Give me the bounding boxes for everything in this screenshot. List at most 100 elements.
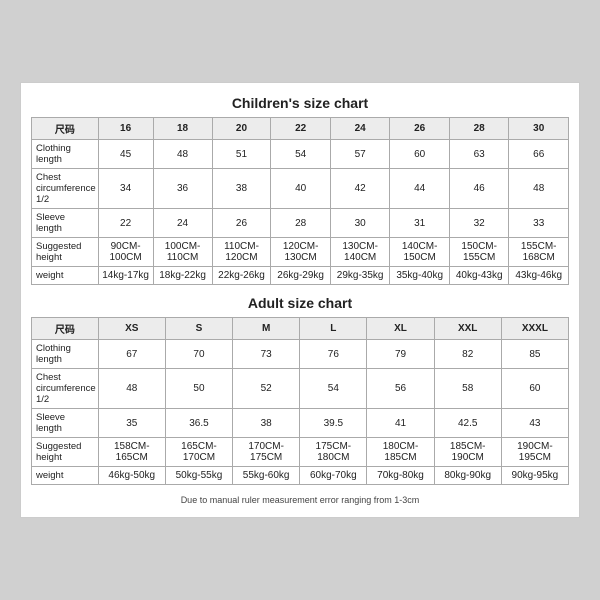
- children-col-header: 16: [98, 118, 153, 140]
- chart-container: Children's size chart 尺码1618202224262830…: [20, 82, 580, 518]
- row-label: Chest circumference 1/2: [32, 369, 99, 409]
- cell-value: 48: [509, 169, 569, 209]
- cell-value: 55kg-60kg: [233, 467, 300, 485]
- cell-value: 170CM-175CM: [233, 438, 300, 467]
- cell-value: 36.5: [165, 409, 232, 438]
- cell-value: 175CM-180CM: [300, 438, 367, 467]
- adult-col-header: S: [165, 318, 232, 340]
- adult-col-header: XL: [367, 318, 434, 340]
- cell-value: 155CM-168CM: [509, 238, 569, 267]
- cell-value: 140CM-150CM: [390, 238, 450, 267]
- table-row: weight14kg-17kg18kg-22kg22kg-26kg26kg-29…: [32, 267, 569, 285]
- cell-value: 190CM-195CM: [501, 438, 568, 467]
- children-col-header: 24: [330, 118, 390, 140]
- cell-value: 38: [233, 409, 300, 438]
- cell-value: 14kg-17kg: [98, 267, 153, 285]
- cell-value: 80kg-90kg: [434, 467, 501, 485]
- children-col-header: 28: [449, 118, 509, 140]
- adult-chart-title: Adult size chart: [31, 295, 569, 311]
- cell-value: 36: [153, 169, 212, 209]
- adult-col-header: 尺码: [32, 318, 99, 340]
- cell-value: 60kg-70kg: [300, 467, 367, 485]
- cell-value: 48: [98, 369, 165, 409]
- table-row: weight46kg-50kg50kg-55kg55kg-60kg60kg-70…: [32, 467, 569, 485]
- cell-value: 50: [165, 369, 232, 409]
- cell-value: 82: [434, 340, 501, 369]
- table-row: Sleeve length2224262830313233: [32, 209, 569, 238]
- table-row: Suggested height158CM-165CM165CM-170CM17…: [32, 438, 569, 467]
- cell-value: 35: [98, 409, 165, 438]
- table-row: Clothing length67707376798285: [32, 340, 569, 369]
- table-row: Suggested height90CM-100CM100CM-110CM110…: [32, 238, 569, 267]
- cell-value: 70kg-80kg: [367, 467, 434, 485]
- cell-value: 43kg-46kg: [509, 267, 569, 285]
- cell-value: 31: [390, 209, 450, 238]
- cell-value: 90kg-95kg: [501, 467, 568, 485]
- cell-value: 39.5: [300, 409, 367, 438]
- cell-value: 51: [212, 140, 271, 169]
- cell-value: 44: [390, 169, 450, 209]
- children-col-header: 20: [212, 118, 271, 140]
- row-label: weight: [32, 467, 99, 485]
- table-row: Chest circumference 1/248505254565860: [32, 369, 569, 409]
- cell-value: 50kg-55kg: [165, 467, 232, 485]
- cell-value: 40: [271, 169, 331, 209]
- table-row: Clothing length4548515457606366: [32, 140, 569, 169]
- cell-value: 22: [98, 209, 153, 238]
- cell-value: 60: [390, 140, 450, 169]
- cell-value: 67: [98, 340, 165, 369]
- cell-value: 22kg-26kg: [212, 267, 271, 285]
- cell-value: 63: [449, 140, 509, 169]
- cell-value: 120CM-130CM: [271, 238, 331, 267]
- cell-value: 150CM-155CM: [449, 238, 509, 267]
- cell-value: 33: [509, 209, 569, 238]
- cell-value: 70: [165, 340, 232, 369]
- children-col-header: 18: [153, 118, 212, 140]
- cell-value: 90CM-100CM: [98, 238, 153, 267]
- adult-col-header: XXL: [434, 318, 501, 340]
- adult-col-header: L: [300, 318, 367, 340]
- cell-value: 85: [501, 340, 568, 369]
- cell-value: 34: [98, 169, 153, 209]
- cell-value: 165CM-170CM: [165, 438, 232, 467]
- cell-value: 45: [98, 140, 153, 169]
- row-label: Suggested height: [32, 438, 99, 467]
- children-col-header: 30: [509, 118, 569, 140]
- cell-value: 54: [271, 140, 331, 169]
- cell-value: 130CM-140CM: [330, 238, 390, 267]
- cell-value: 79: [367, 340, 434, 369]
- adult-col-header: M: [233, 318, 300, 340]
- children-table: 尺码1618202224262830 Clothing length454851…: [31, 117, 569, 285]
- cell-value: 110CM-120CM: [212, 238, 271, 267]
- row-label: weight: [32, 267, 99, 285]
- cell-value: 42: [330, 169, 390, 209]
- cell-value: 40kg-43kg: [449, 267, 509, 285]
- cell-value: 48: [153, 140, 212, 169]
- cell-value: 41: [367, 409, 434, 438]
- cell-value: 32: [449, 209, 509, 238]
- adult-table: 尺码XSSMLXLXXLXXXL Clothing length67707376…: [31, 317, 569, 485]
- children-chart-title: Children's size chart: [31, 95, 569, 111]
- row-label: Sleeve length: [32, 409, 99, 438]
- cell-value: 18kg-22kg: [153, 267, 212, 285]
- cell-value: 100CM-110CM: [153, 238, 212, 267]
- adult-col-header: XS: [98, 318, 165, 340]
- cell-value: 24: [153, 209, 212, 238]
- cell-value: 46kg-50kg: [98, 467, 165, 485]
- adult-col-header: XXXL: [501, 318, 568, 340]
- row-label: Clothing length: [32, 340, 99, 369]
- table-row: Sleeve length3536.53839.54142.543: [32, 409, 569, 438]
- cell-value: 56: [367, 369, 434, 409]
- table-row: Chest circumference 1/23436384042444648: [32, 169, 569, 209]
- cell-value: 158CM-165CM: [98, 438, 165, 467]
- cell-value: 46: [449, 169, 509, 209]
- cell-value: 66: [509, 140, 569, 169]
- children-col-header: 26: [390, 118, 450, 140]
- cell-value: 26kg-29kg: [271, 267, 331, 285]
- cell-value: 43: [501, 409, 568, 438]
- measurement-note: Due to manual ruler measurement error ra…: [31, 495, 569, 505]
- cell-value: 26: [212, 209, 271, 238]
- children-col-header: 尺码: [32, 118, 99, 140]
- cell-value: 28: [271, 209, 331, 238]
- row-label: Chest circumference 1/2: [32, 169, 99, 209]
